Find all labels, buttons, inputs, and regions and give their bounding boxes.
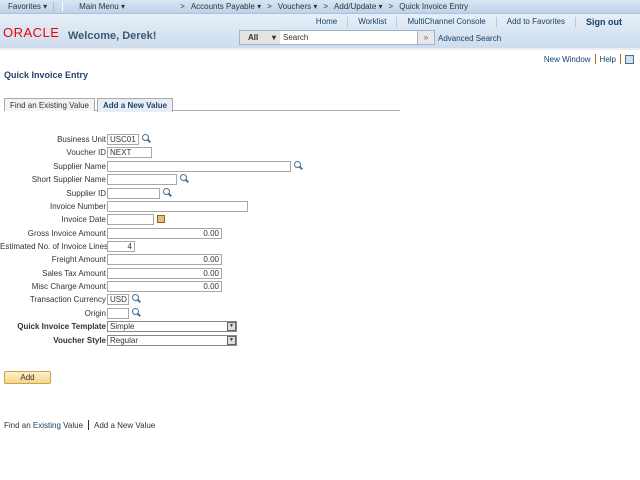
invoice-number-input[interactable] (107, 200, 248, 212)
invoice-date-input[interactable] (107, 213, 154, 225)
top-nav-bar: Favorites ▾ Main Menu ▾ > Accounts Payab… (0, 0, 640, 14)
business-unit-label: Business Unit (57, 134, 106, 144)
search-scope-select[interactable]: All ▾ (240, 31, 280, 44)
header: Home Worklist MultiChannel Console Add t… (0, 14, 640, 50)
add-to-favorites-link[interactable]: Add to Favorites (495, 17, 575, 27)
lookup-icon[interactable] (179, 174, 189, 184)
est-invoice-lines-input[interactable]: 4 (107, 240, 135, 252)
chevron-down-icon: ▾ (271, 33, 276, 42)
origin-input[interactable] (107, 307, 129, 319)
freight-amount-label: Freight Amount (51, 254, 106, 264)
tab-bar: Find an Existing Value Add a New Value (4, 98, 400, 112)
supplier-name-input[interactable] (107, 160, 291, 172)
add-new-value-link[interactable]: Add a New Value (94, 421, 155, 430)
supplier-id-label: Supplier ID (66, 188, 106, 198)
dropdown-arrow-icon: ▼ (227, 335, 236, 345)
lookup-icon[interactable] (141, 134, 151, 144)
voucher-style-select[interactable]: Regular ▼ (107, 334, 237, 346)
lookup-icon[interactable] (131, 308, 141, 318)
dropdown-arrow-icon: ▼ (227, 321, 236, 331)
personalize-page-icon[interactable] (625, 54, 634, 64)
favorites-menu[interactable]: Favorites ▾ (0, 2, 55, 11)
new-window-link[interactable]: New Window (544, 55, 591, 64)
calendar-icon[interactable] (157, 215, 165, 223)
page-title: Quick Invoice Entry (4, 70, 89, 80)
find-existing-value-link[interactable]: Find an Existing Value (4, 421, 83, 430)
voucher-id-input[interactable]: NEXT (107, 146, 152, 158)
invoice-number-label: Invoice Number (49, 201, 106, 211)
lookup-icon[interactable] (131, 294, 141, 304)
freight-amount-input[interactable]: 0.00 (107, 253, 222, 265)
add-button[interactable]: Add (4, 371, 51, 384)
voucher-style-label: Voucher Style (53, 335, 106, 345)
breadcrumb-vouchers[interactable]: Vouchers ▾ (278, 2, 318, 11)
gross-invoice-amount-input[interactable]: 0.00 (107, 227, 222, 239)
search-bar: All ▾ Search » (239, 30, 435, 45)
origin-label: Origin (84, 308, 106, 318)
supplier-name-label: Supplier Name (53, 161, 106, 171)
breadcrumb-add-update[interactable]: Add/Update ▾ (334, 2, 383, 11)
multichannel-console-link[interactable]: MultiChannel Console (396, 17, 495, 27)
business-unit-input[interactable]: USC01 (107, 133, 139, 145)
advanced-search-link[interactable]: Advanced Search (438, 34, 501, 43)
voucher-id-label: Voucher ID (66, 147, 106, 157)
help-link[interactable]: Help (600, 55, 616, 64)
welcome-text: Welcome, Derek! (68, 30, 157, 42)
bottom-links: Find an Existing Value Add a New Value (4, 420, 155, 430)
worklist-link[interactable]: Worklist (347, 17, 396, 27)
short-supplier-name-input[interactable] (107, 173, 177, 185)
transaction-currency-label: Transaction Currency (29, 294, 106, 304)
est-invoice-lines-label: Estimated No. of Invoice Lines (0, 241, 109, 251)
oracle-logo: ORACLE (3, 25, 60, 40)
misc-charge-amount-input[interactable]: 0.00 (107, 280, 222, 292)
breadcrumb-accounts-payable[interactable]: Accounts Payable ▾ (191, 2, 261, 11)
misc-charge-amount-label: Misc Charge Amount (31, 281, 106, 291)
lookup-icon[interactable] (162, 188, 172, 198)
sales-tax-amount-input[interactable]: 0.00 (107, 267, 222, 279)
main-menu[interactable]: Main Menu ▾ (62, 2, 174, 11)
search-input[interactable]: Search (280, 31, 417, 44)
short-supplier-name-label: Short Supplier Name (31, 174, 106, 184)
sales-tax-amount-label: Sales Tax Amount (42, 268, 106, 278)
breadcrumb-quick-invoice-entry[interactable]: Quick Invoice Entry (399, 2, 468, 11)
transaction-currency-input[interactable]: USD (107, 293, 129, 305)
home-link[interactable]: Home (306, 17, 347, 27)
quick-invoice-template-select[interactable]: Simple ▼ (107, 320, 237, 332)
invoice-date-label: Invoice Date (61, 214, 106, 224)
tab-find-existing-value[interactable]: Find an Existing Value (4, 98, 96, 111)
quick-invoice-template-label: Quick Invoice Template (17, 321, 106, 331)
search-go-button[interactable]: » (417, 31, 434, 44)
lookup-icon[interactable] (293, 161, 303, 171)
supplier-id-input[interactable] (107, 187, 160, 199)
sign-out-link[interactable]: Sign out (575, 17, 632, 27)
gross-invoice-amount-label: Gross Invoice Amount (27, 228, 106, 238)
tab-add-new-value[interactable]: Add a New Value (97, 98, 174, 112)
